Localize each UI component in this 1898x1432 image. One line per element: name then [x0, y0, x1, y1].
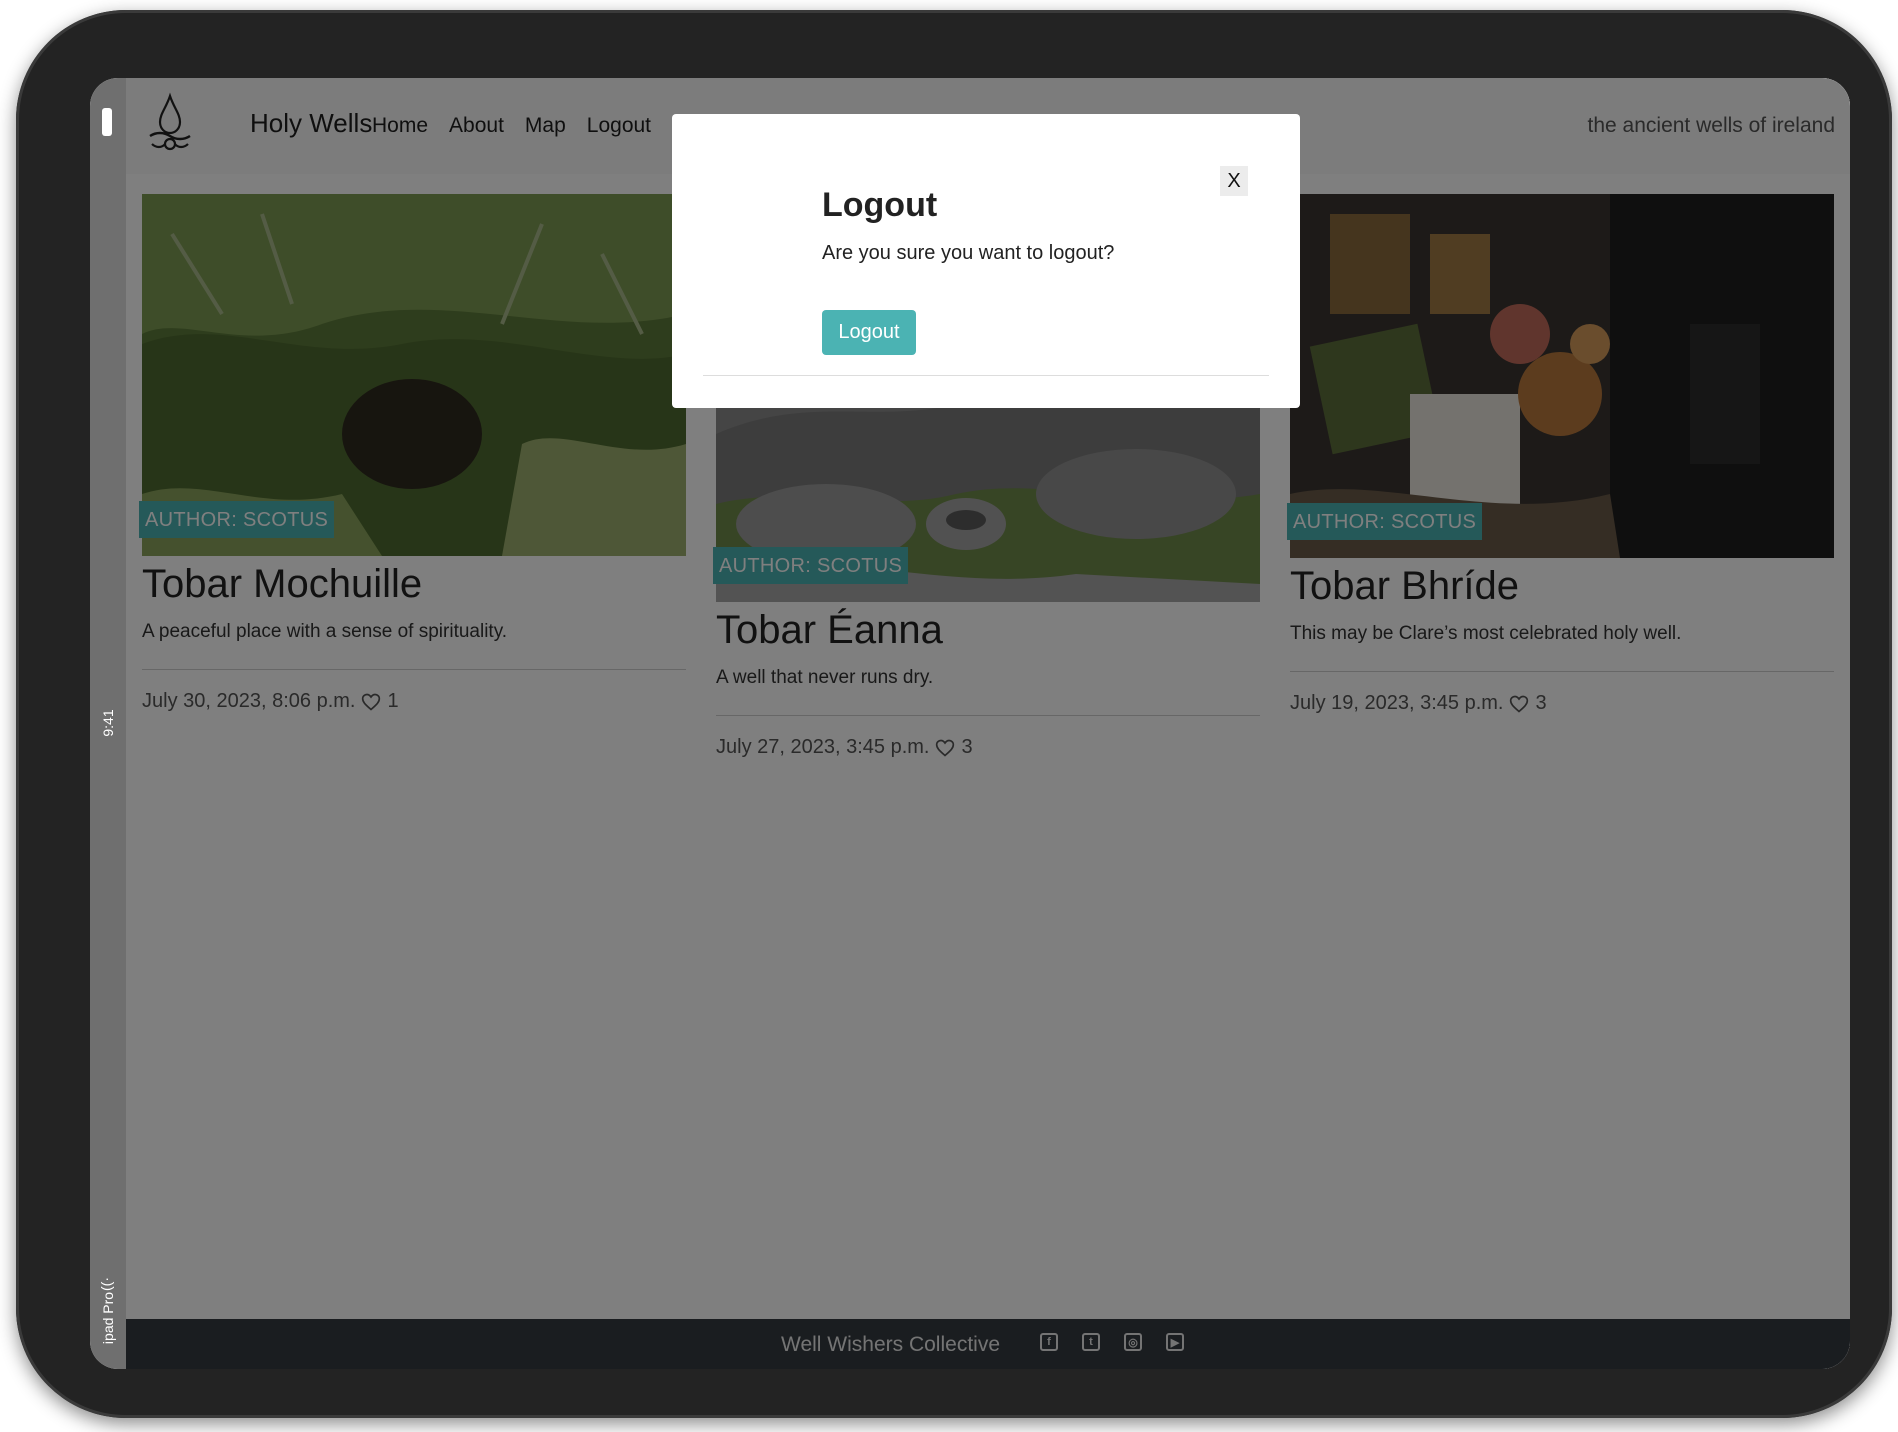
modal-body-text: Are you sure you want to logout? [822, 242, 1115, 264]
status-bar: 9:41 ((· ipad Pro [90, 78, 129, 1369]
status-time: 9:41 [100, 709, 116, 737]
modal-title: Logout [822, 186, 938, 224]
ipad-device-frame: 9:41 ((· ipad Pro Holy Wells Home [16, 10, 1892, 1418]
wifi-icon: ((· [98, 1277, 114, 1291]
logout-modal: X Logout Are you sure you want to logout… [672, 114, 1300, 408]
modal-divider [703, 375, 1269, 376]
logout-confirm-button[interactable]: Logout [822, 310, 916, 355]
device-screen: 9:41 ((· ipad Pro Holy Wells Home [90, 78, 1850, 1369]
app: Holy Wells Home About Map Logout the anc… [126, 78, 1850, 1369]
device-label: ipad Pro [100, 1291, 116, 1345]
battery-icon [102, 108, 112, 136]
modal-close-button[interactable]: X [1220, 166, 1248, 196]
